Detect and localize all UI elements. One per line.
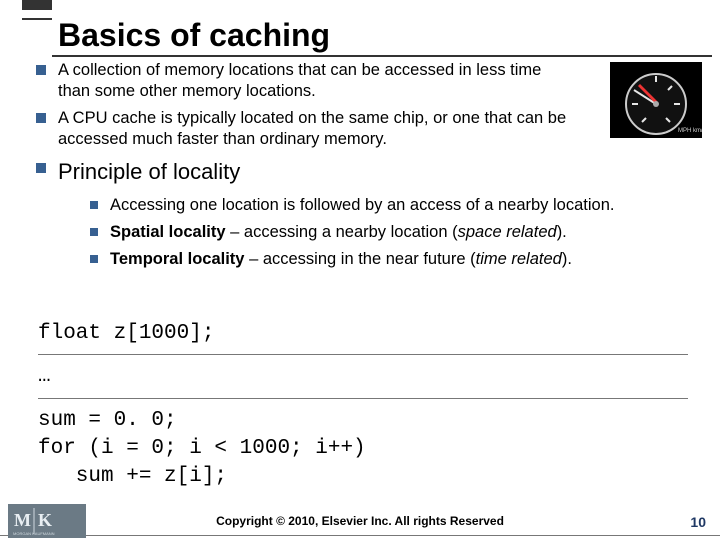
- text-fragment: ).: [562, 250, 572, 268]
- sub-bullet-text: Temporal locality – accessing in the nea…: [110, 249, 572, 270]
- body: A collection of memory locations that ca…: [36, 60, 696, 276]
- code-line: …: [38, 363, 688, 391]
- title-accent-block: [22, 0, 52, 10]
- sub-bullet-text: Accessing one location is followed by an…: [110, 195, 614, 216]
- em-space-related: space related: [458, 223, 557, 241]
- subheading: Principle of locality: [58, 158, 240, 186]
- bullet-item: A collection of memory locations that ca…: [36, 60, 696, 102]
- copyright-text: Copyright © 2010, Elsevier Inc. All righ…: [0, 514, 720, 528]
- em-time-related: time related: [476, 250, 562, 268]
- square-bullet-icon: [90, 228, 98, 236]
- bullet-item: Principle of locality: [36, 158, 696, 186]
- sub-bullet-item: Spatial locality – accessing a nearby lo…: [90, 222, 700, 243]
- text-fragment: – accessing a nearby location (: [226, 223, 458, 241]
- divider: [38, 398, 688, 399]
- slide: Basics of caching MPH km/h A: [0, 0, 720, 540]
- publisher-logo: M K MORGAN KAUFMANN: [8, 504, 86, 538]
- divider: [38, 354, 688, 355]
- slide-title: Basics of caching: [52, 18, 330, 53]
- sub-bullet-item: Temporal locality – accessing in the nea…: [90, 249, 700, 270]
- term-spatial: Spatial locality: [110, 223, 226, 241]
- footer-rule: [0, 535, 720, 536]
- square-bullet-icon: [36, 163, 46, 173]
- text-fragment: ).: [557, 223, 567, 241]
- svg-text:M: M: [14, 510, 31, 530]
- term-temporal: Temporal locality: [110, 250, 244, 268]
- square-bullet-icon: [36, 65, 46, 75]
- code-line: sum += z[i];: [38, 463, 688, 491]
- page-number: 10: [690, 514, 706, 530]
- bullet-text: A CPU cache is typically located on the …: [58, 108, 578, 150]
- sub-bullet-item: Accessing one location is followed by an…: [90, 195, 700, 216]
- square-bullet-icon: [90, 255, 98, 263]
- title-rule: [52, 55, 712, 57]
- code-line: float z[1000];: [38, 320, 688, 348]
- bullet-text: A collection of memory locations that ca…: [58, 60, 578, 102]
- title-area: Basics of caching: [22, 0, 702, 57]
- code-block: float z[1000]; … sum = 0. 0; for (i = 0;…: [38, 320, 688, 492]
- code-line: for (i = 0; i < 1000; i++): [38, 435, 688, 463]
- square-bullet-icon: [36, 113, 46, 123]
- sub-bullet-text: Spatial locality – accessing a nearby lo…: [110, 222, 567, 243]
- title-rule-left: [22, 18, 52, 20]
- footer: Copyright © 2010, Elsevier Inc. All righ…: [0, 498, 720, 540]
- svg-text:MORGAN KAUFMANN: MORGAN KAUFMANN: [13, 531, 55, 536]
- square-bullet-icon: [90, 201, 98, 209]
- code-line: sum = 0. 0;: [38, 407, 688, 435]
- text-fragment: – accessing in the near future (: [244, 250, 475, 268]
- svg-text:K: K: [38, 510, 52, 530]
- bullet-item: A CPU cache is typically located on the …: [36, 108, 696, 150]
